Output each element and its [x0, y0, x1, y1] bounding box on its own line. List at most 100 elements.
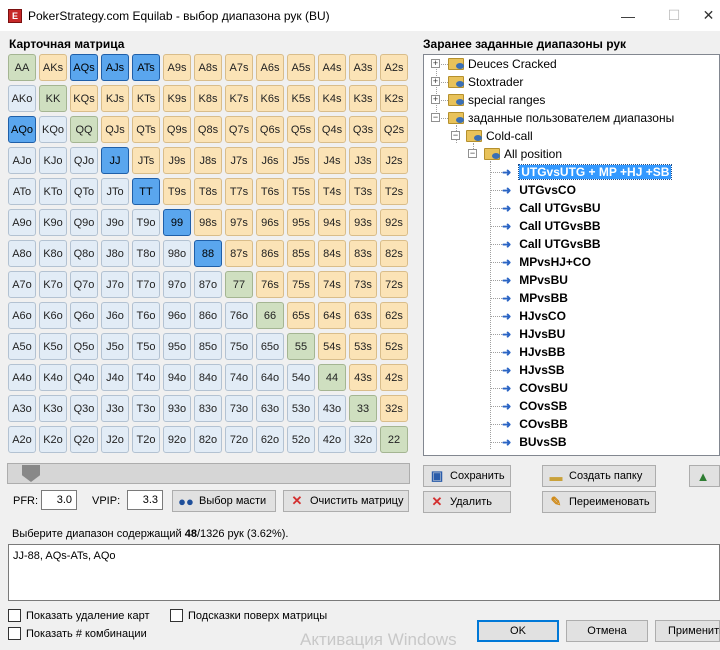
- matrix-cell[interactable]: 83s: [349, 240, 377, 267]
- matrix-cell[interactable]: 75o: [225, 333, 253, 360]
- matrix-cell[interactable]: K4s: [318, 85, 346, 112]
- matrix-cell[interactable]: KJo: [39, 147, 67, 174]
- matrix-cell[interactable]: AQs: [70, 54, 98, 81]
- tree-leaf[interactable]: ➜ HJvsBB: [502, 343, 565, 361]
- matrix-cell[interactable]: J2s: [380, 147, 408, 174]
- matrix-cell[interactable]: 62s: [380, 302, 408, 329]
- tree-leaf[interactable]: ➜ COvsSB: [502, 397, 567, 415]
- matrix-cell[interactable]: 65o: [256, 333, 284, 360]
- tree-leaf[interactable]: ➜ MPvsBB: [502, 289, 568, 307]
- matrix-cell[interactable]: K2o: [39, 426, 67, 453]
- matrix-cell[interactable]: J6o: [101, 302, 129, 329]
- tree-leaf[interactable]: ➜ HJvsSB: [502, 361, 565, 379]
- tree-node-stoxtrader[interactable]: Stoxtrader: [448, 73, 523, 91]
- matrix-cell[interactable]: A4o: [8, 364, 36, 391]
- matrix-cell[interactable]: 63s: [349, 302, 377, 329]
- matrix-cell[interactable]: T2o: [132, 426, 160, 453]
- matrix-cell[interactable]: KTo: [39, 178, 67, 205]
- expand-icon[interactable]: +: [431, 95, 440, 104]
- matrix-cell[interactable]: 82o: [194, 426, 222, 453]
- matrix-cell[interactable]: 32s: [380, 395, 408, 422]
- matrix-cell[interactable]: A3s: [349, 54, 377, 81]
- matrix-cell[interactable]: 98o: [163, 240, 191, 267]
- matrix-cell[interactable]: Q6s: [256, 116, 284, 143]
- matrix-cell[interactable]: A6o: [8, 302, 36, 329]
- matrix-cell[interactable]: 93s: [349, 209, 377, 236]
- matrix-cell[interactable]: AJo: [8, 147, 36, 174]
- tree-node-deuces[interactable]: Deuces Cracked: [448, 55, 557, 73]
- matrix-cell[interactable]: Q2o: [70, 426, 98, 453]
- matrix-cell[interactable]: T8o: [132, 240, 160, 267]
- matrix-cell[interactable]: 86o: [194, 302, 222, 329]
- expand-icon[interactable]: +: [431, 77, 440, 86]
- matrix-cell[interactable]: J5s: [287, 147, 315, 174]
- minimize-icon[interactable]: —: [605, 0, 651, 31]
- matrix-cell[interactable]: T7s: [225, 178, 253, 205]
- matrix-cell[interactable]: 43o: [318, 395, 346, 422]
- close-icon[interactable]: ✕: [697, 0, 720, 31]
- matrix-cell[interactable]: 99: [163, 209, 191, 236]
- matrix-cell[interactable]: 87o: [194, 271, 222, 298]
- matrix-cell[interactable]: 32o: [349, 426, 377, 453]
- matrix-cell[interactable]: 74o: [225, 364, 253, 391]
- checkbox-box[interactable]: [8, 627, 21, 640]
- range-text-area[interactable]: JJ-88, AQs-ATs, AQo: [8, 544, 720, 601]
- matrix-cell[interactable]: Q8o: [70, 240, 98, 267]
- tree-leaf[interactable]: ➜ COvsBU: [502, 379, 568, 397]
- matrix-cell[interactable]: 97o: [163, 271, 191, 298]
- matrix-cell[interactable]: 96o: [163, 302, 191, 329]
- matrix-cell[interactable]: QQ: [70, 116, 98, 143]
- matrix-cell[interactable]: 54s: [318, 333, 346, 360]
- matrix-cell[interactable]: Q9s: [163, 116, 191, 143]
- matrix-cell[interactable]: 76s: [256, 271, 284, 298]
- tree-node-user[interactable]: заданные пользователем диапазоны: [448, 109, 674, 127]
- tree-node-cold-call[interactable]: Cold-call: [466, 127, 533, 145]
- matrix-cell[interactable]: 85s: [287, 240, 315, 267]
- matrix-cell[interactable]: AA: [8, 54, 36, 81]
- pfr-input[interactable]: 3.0: [41, 490, 77, 510]
- matrix-cell[interactable]: T8s: [194, 178, 222, 205]
- matrix-cell[interactable]: J9o: [101, 209, 129, 236]
- matrix-cell[interactable]: 86s: [256, 240, 284, 267]
- matrix-cell[interactable]: T3o: [132, 395, 160, 422]
- matrix-cell[interactable]: AJs: [101, 54, 129, 81]
- collapse-icon[interactable]: −: [431, 113, 440, 122]
- tree-leaf[interactable]: ➜ HJvsBU: [502, 325, 565, 343]
- matrix-cell[interactable]: Q6o: [70, 302, 98, 329]
- matrix-cell[interactable]: QJo: [70, 147, 98, 174]
- matrix-cell[interactable]: T7o: [132, 271, 160, 298]
- matrix-cell[interactable]: KQo: [39, 116, 67, 143]
- matrix-cell[interactable]: A7s: [225, 54, 253, 81]
- matrix-cell[interactable]: 97s: [225, 209, 253, 236]
- matrix-cell[interactable]: 74s: [318, 271, 346, 298]
- matrix-cell[interactable]: K6s: [256, 85, 284, 112]
- matrix-cell[interactable]: 76o: [225, 302, 253, 329]
- matrix-cell[interactable]: Q4s: [318, 116, 346, 143]
- tree-leaf[interactable]: ➜ MPvsHJ+CO: [502, 253, 591, 271]
- matrix-cell[interactable]: 92o: [163, 426, 191, 453]
- suit-select-button[interactable]: ●● Выбор масти: [172, 490, 276, 512]
- matrix-cell[interactable]: 64o: [256, 364, 284, 391]
- tree-leaf[interactable]: ➜ COvsBB: [502, 415, 568, 433]
- tree-node-special[interactable]: special ranges: [448, 91, 545, 109]
- matrix-cell[interactable]: 95s: [287, 209, 315, 236]
- matrix-cell[interactable]: A2o: [8, 426, 36, 453]
- matrix-cell[interactable]: T2s: [380, 178, 408, 205]
- tree-node-all-position[interactable]: All position: [484, 145, 562, 163]
- ok-button[interactable]: OK: [477, 620, 559, 642]
- matrix-cell[interactable]: K6o: [39, 302, 67, 329]
- save-button[interactable]: ▣ Сохранить: [423, 465, 511, 487]
- matrix-cell[interactable]: K8o: [39, 240, 67, 267]
- delete-button[interactable]: ✕ Удалить: [423, 491, 511, 513]
- matrix-cell[interactable]: QJs: [101, 116, 129, 143]
- matrix-cell[interactable]: KQs: [70, 85, 98, 112]
- collapse-icon[interactable]: −: [451, 131, 460, 140]
- matrix-cell[interactable]: 55: [287, 333, 315, 360]
- matrix-cell[interactable]: A6s: [256, 54, 284, 81]
- tree-leaf[interactable]: ➜ BUvsSB: [502, 433, 567, 451]
- matrix-cell[interactable]: AKs: [39, 54, 67, 81]
- matrix-cell[interactable]: J5o: [101, 333, 129, 360]
- matrix-cell[interactable]: T9o: [132, 209, 160, 236]
- tree-leaf[interactable]: ➜ MPvsBU: [502, 271, 568, 289]
- matrix-cell[interactable]: K9s: [163, 85, 191, 112]
